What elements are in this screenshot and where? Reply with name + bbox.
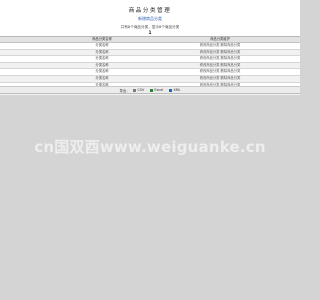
category-name-cell: 分类名称 (64, 62, 140, 70)
row-index-cell (0, 62, 64, 70)
row-actions-cell: 修改商品分类 删除商品分类 (140, 55, 300, 63)
export-csv-label: CSV (137, 88, 145, 92)
row-actions-cell: 修改商品分类 删除商品分类 (140, 62, 300, 70)
table-row: 分类名称 修改商品分类 删除商品分类 (0, 75, 300, 83)
page-title: 商品分类管理 (128, 8, 172, 14)
category-name-cell: 分类名称 (64, 75, 140, 83)
category-name-cell: 分类名称 (64, 49, 140, 57)
row-actions-links[interactable]: 修改商品分类 删除商品分类 (200, 63, 241, 67)
category-name-cell: 分类名称 (64, 55, 140, 63)
export-xml-label: XML (173, 88, 181, 92)
row-actions-cell: 修改商品分类 删除商品分类 (140, 68, 300, 76)
add-category-link[interactable]: 新增商品分类 (0, 16, 300, 22)
table-row: 分类名称修改商品分类 删除商品分类 (0, 62, 300, 70)
row-index-cell (0, 42, 64, 50)
row-index-cell (0, 49, 64, 57)
row-actions-links[interactable]: 修改商品分类 删除商品分类 (200, 56, 241, 60)
excel-icon (150, 88, 154, 92)
export-bar: 导出: CSV Excel XML (0, 86, 300, 94)
row-actions-links[interactable]: 修改商品分类 删除商品分类 (200, 43, 241, 47)
table-row: 分类名称 修改商品分类 删除商品分类 (0, 55, 300, 63)
row-actions-cell: 修改商品分类 删除商品分类 (140, 49, 300, 57)
table-row: 分类名称修改商品分类 删除商品分类 (0, 49, 300, 57)
xml-icon (169, 88, 173, 92)
export-csv-button[interactable]: CSV (133, 88, 144, 92)
category-name-cell: 分类名称 (64, 68, 140, 76)
export-excel-button[interactable]: Excel (150, 88, 163, 92)
watermark-text: cn国双酉www.weiguanke.cn (34, 138, 266, 156)
row-index-cell (0, 55, 64, 63)
row-actions-links[interactable]: 修改商品分类 删除商品分类 (200, 50, 241, 54)
row-index-cell (0, 68, 64, 76)
row-index-cell (0, 75, 64, 83)
csv-icon (133, 88, 137, 92)
row-actions-links[interactable]: 修改商品分类 删除商品分类 (200, 69, 241, 73)
table-row: 分类名称 修改商品分类 删除商品分类 (0, 68, 300, 76)
table-row: 分类名称 修改商品分类 删除商品分类 (0, 42, 300, 50)
row-actions-cell: 修改商品分类 删除商品分类 (140, 42, 300, 50)
category-name-cell: 分类名称 (64, 42, 140, 50)
content-panel: 商品分类管理 新增商品分类 共有8个商品分类，显示8个商品分类 1 商品分类名称… (0, 0, 300, 96)
row-actions-links[interactable]: 修改商品分类 删除商品分类 (200, 76, 241, 80)
row-actions-cell: 修改商品分类 删除商品分类 (140, 75, 300, 83)
export-label: 导出: (119, 88, 128, 93)
page-number[interactable]: 1 (0, 30, 300, 35)
export-excel-label: Excel (154, 88, 164, 92)
export-xml-button[interactable]: XML (169, 88, 180, 92)
